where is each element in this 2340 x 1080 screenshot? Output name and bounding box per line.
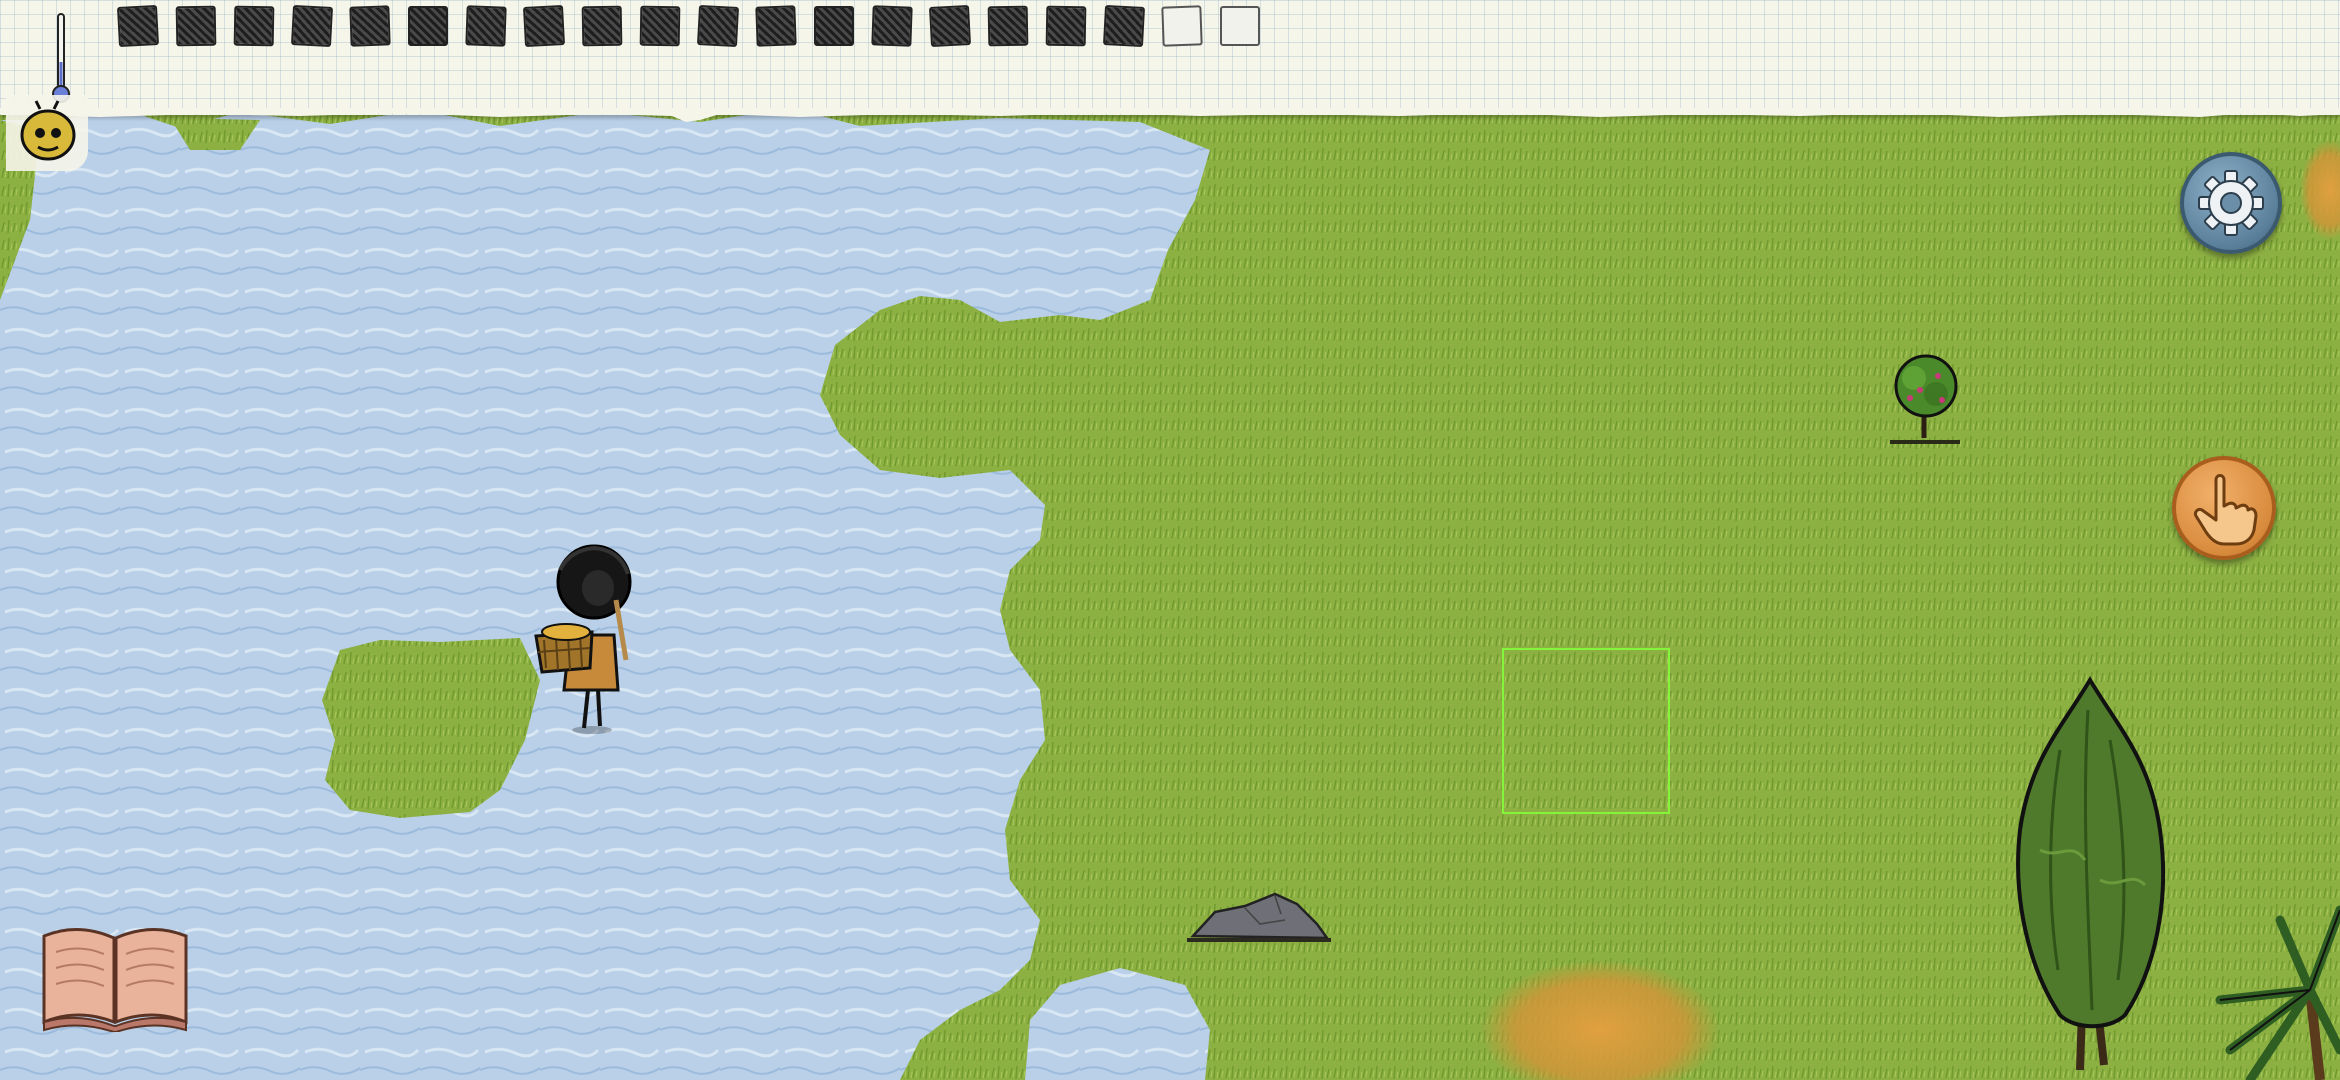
hunger-pip-filled bbox=[581, 5, 623, 47]
hunger-pip-empty bbox=[1161, 5, 1203, 47]
hunger-pip-filled bbox=[871, 5, 913, 47]
hunger-pip-filled bbox=[814, 6, 854, 46]
hunger-pip-filled bbox=[696, 4, 740, 48]
rock[interactable] bbox=[1185, 884, 1333, 944]
hunger-pip-filled bbox=[116, 4, 160, 48]
hunger-pip-filled bbox=[349, 5, 391, 47]
berry-bush[interactable] bbox=[1880, 350, 1970, 450]
hunger-pip-filled bbox=[290, 4, 334, 48]
gear-icon bbox=[2198, 170, 2264, 236]
hunger-pip-filled bbox=[987, 5, 1029, 47]
hunger-pip-filled bbox=[755, 5, 797, 47]
thermometer-icon bbox=[52, 13, 70, 103]
hunger-pip-filled bbox=[1102, 4, 1146, 48]
cypress-tree[interactable] bbox=[2000, 670, 2180, 1080]
hunger-pip-filled bbox=[928, 4, 972, 48]
open-book-icon bbox=[42, 927, 188, 1032]
hunger-pip-filled bbox=[408, 6, 448, 46]
hunger-pip-filled bbox=[233, 5, 275, 47]
player-character[interactable] bbox=[530, 540, 640, 735]
hunger-pip-filled bbox=[639, 5, 681, 47]
game-scene[interactable] bbox=[0, 0, 2340, 1080]
hunger-pip-filled bbox=[522, 4, 566, 48]
torn-paper-edge bbox=[0, 108, 2340, 122]
hunger-pip-filled bbox=[465, 5, 507, 47]
hunger-meter bbox=[116, 4, 1260, 56]
journal-button[interactable] bbox=[40, 922, 190, 1032]
hand-pointer-icon bbox=[2194, 474, 2258, 546]
hunger-pip-filled bbox=[1045, 5, 1087, 47]
character-portrait[interactable] bbox=[6, 95, 88, 171]
target-tile-selector[interactable] bbox=[1502, 648, 1670, 814]
game-world-map[interactable] bbox=[0, 0, 2340, 1080]
settings-button[interactable] bbox=[2180, 152, 2282, 254]
interact-button[interactable] bbox=[2172, 456, 2276, 560]
hunger-pip-filled bbox=[175, 5, 217, 47]
palm-tree[interactable] bbox=[2210, 890, 2340, 1080]
hunger-pip-empty bbox=[1220, 6, 1260, 46]
character-face-icon bbox=[20, 100, 76, 161]
